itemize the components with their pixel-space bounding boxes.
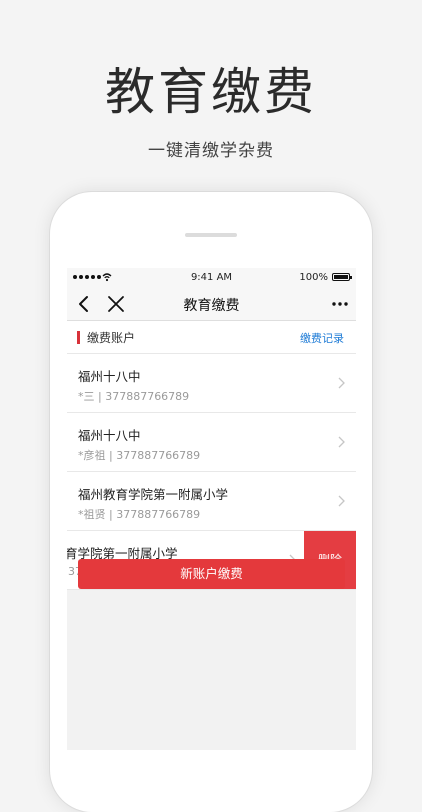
- account-info: *祖贤 | 377887766789: [78, 508, 201, 521]
- section-title: 缴费账户: [87, 331, 136, 345]
- hero-title: 教育缴费: [105, 63, 317, 121]
- battery-percent: 100%: [299, 272, 328, 283]
- new-account-payment-button[interactable]: 新账户缴费: [78, 559, 345, 589]
- chevron-right-icon: [338, 377, 345, 389]
- chevron-right-icon: [338, 436, 345, 448]
- status-bar: 9:41 AM 100%: [67, 268, 356, 288]
- payment-records-link[interactable]: 缴费记录: [300, 330, 344, 346]
- section-marker: [77, 331, 80, 344]
- account-item[interactable]: 福州十八中 *三 | 377887766789: [67, 354, 356, 413]
- account-name: 福州十八中: [78, 369, 141, 384]
- more-dots-icon[interactable]: [330, 294, 350, 314]
- phone-screen: 9:41 AM 100% 教育缴费 缴费账户 缴费记录 福州十八中 *三 | 3…: [67, 268, 356, 750]
- chevron-right-icon: [338, 495, 345, 507]
- battery-icon: [332, 273, 352, 281]
- account-item[interactable]: 福州十八中 *彦祖 | 377887766789: [67, 413, 356, 472]
- account-name: 福州十八中: [78, 428, 141, 443]
- account-name: 福州教育学院第一附属小学: [78, 487, 229, 502]
- section-header: 缴费账户 缴费记录: [67, 321, 356, 354]
- account-content: 缴费账户 缴费记录 福州十八中 *三 | 377887766789 福州十八中 …: [67, 321, 356, 590]
- account-info: *三 | 377887766789: [78, 390, 190, 403]
- hero-subtitle: 一键清缴学杂费: [148, 141, 274, 161]
- page-title: 教育缴费: [183, 298, 240, 314]
- phone-speaker: [185, 233, 237, 237]
- account-item[interactable]: 福州教育学院第一附属小学 *祖贤 | 377887766789: [67, 472, 356, 531]
- account-info: *彦祖 | 377887766789: [78, 449, 201, 462]
- navigation-bar: 教育缴费: [67, 288, 356, 321]
